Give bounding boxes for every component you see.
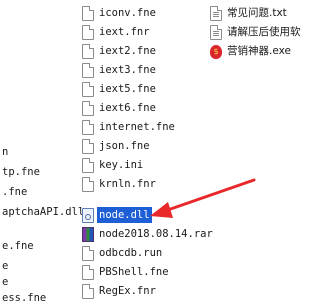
arrow-head — [150, 202, 173, 218]
file-list-pane: n tp.fne .fne aptchaAPI.dll e.fne e e es… — [0, 0, 301, 304]
annotation-arrow — [150, 178, 256, 218]
arrow-shaft — [160, 178, 256, 214]
